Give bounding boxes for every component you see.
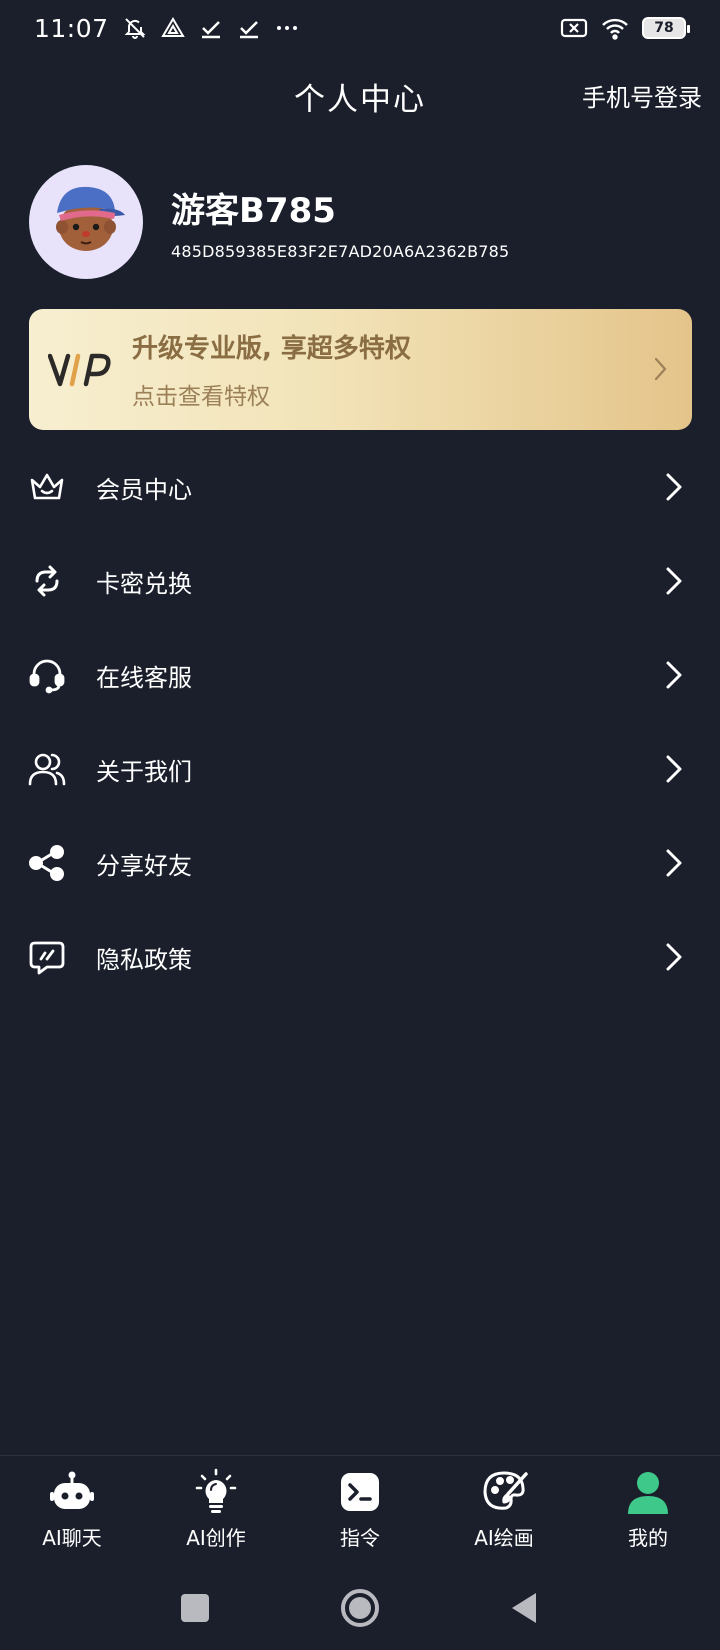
- user-name: 游客B785: [171, 191, 336, 231]
- menu-item-label: 分享好友: [96, 851, 192, 880]
- check-icon: [201, 21, 220, 39]
- menu-item-label: 卡密兑换: [96, 569, 192, 598]
- tab-commands[interactable]: 指令: [288, 1456, 432, 1565]
- menu-list: 会员中心 卡密兑换 在线客服 关于我们 分享好友 隐私政策: [0, 440, 720, 1004]
- profile-section[interactable]: 游客B785 485D859385E83F2E7AD20A6A2362B785: [29, 165, 509, 279]
- menu-item-online-service[interactable]: 在线客服: [0, 628, 720, 722]
- home-button[interactable]: [340, 1588, 380, 1628]
- more-dots-icon: [276, 26, 297, 30]
- recents-button[interactable]: [181, 1594, 209, 1622]
- menu-item-member-center[interactable]: 会员中心: [0, 440, 720, 534]
- chevron-right-icon: [666, 755, 682, 783]
- tab-label: AI聊天: [42, 1526, 102, 1550]
- bottom-tab-bar: AI聊天 AI创作 指令 AI绘画 我的: [0, 1455, 720, 1565]
- tab-label: AI创作: [186, 1526, 246, 1550]
- tab-label: 我的: [628, 1526, 668, 1550]
- palette-icon: [483, 1471, 528, 1510]
- privacy-icon: [29, 941, 65, 975]
- tab-ai-create[interactable]: AI创作: [144, 1456, 288, 1565]
- chevron-right-icon: [666, 473, 682, 501]
- crown-icon: [30, 473, 64, 500]
- menu-item-share-friends[interactable]: 分享好友: [0, 816, 720, 910]
- phone-login-link[interactable]: 手机号登录: [582, 78, 702, 113]
- vip-subtitle: 点击查看特权: [132, 384, 270, 410]
- page-header: 个人中心 手机号登录: [0, 64, 720, 128]
- bell-off-icon: [124, 18, 145, 39]
- vip-title: 升级专业版, 享超多特权: [132, 334, 411, 364]
- avatar[interactable]: [29, 165, 143, 279]
- back-button[interactable]: [508, 1591, 538, 1625]
- system-nav-bar: [0, 1565, 720, 1650]
- users-icon: [28, 753, 66, 786]
- vip-upgrade-card[interactable]: 升级专业版, 享超多特权 点击查看特权: [29, 309, 692, 430]
- share-icon: [29, 845, 64, 881]
- battery-icon: 78: [642, 17, 690, 39]
- chevron-right-icon: [666, 943, 682, 971]
- tab-label: AI绘画: [474, 1526, 534, 1550]
- menu-item-label: 隐私政策: [96, 945, 192, 974]
- avatar-cartoon-icon: [56, 186, 125, 251]
- menu-item-label: 关于我们: [96, 757, 192, 786]
- tab-mine[interactable]: 我的: [576, 1456, 720, 1565]
- user-id: 485D859385E83F2E7AD20A6A2362B785: [171, 242, 510, 261]
- lightbulb-icon: [195, 1468, 237, 1513]
- tab-ai-paint[interactable]: AI绘画: [432, 1456, 576, 1565]
- robot-icon: [50, 1471, 94, 1509]
- menu-item-label: 会员中心: [96, 475, 192, 504]
- menu-item-card-redeem[interactable]: 卡密兑换: [0, 534, 720, 628]
- headset-icon: [29, 659, 65, 694]
- terminal-icon: [341, 1473, 379, 1511]
- status-time: 11:07: [34, 13, 109, 43]
- wifi-icon: [602, 18, 628, 40]
- page-title: 个人中心: [294, 81, 426, 118]
- vip-logo-icon: [48, 353, 111, 386]
- tab-label: 指令: [340, 1526, 380, 1550]
- sim-x-icon: [560, 18, 588, 38]
- tab-ai-chat[interactable]: AI聊天: [0, 1456, 144, 1565]
- chevron-right-icon: [654, 357, 667, 381]
- chevron-right-icon: [666, 661, 682, 689]
- triangle-app-icon: [160, 17, 185, 37]
- menu-item-privacy-policy[interactable]: 隐私政策: [0, 910, 720, 1004]
- status-bar: 11:07 78: [0, 0, 720, 56]
- person-icon: [628, 1472, 668, 1514]
- chevron-right-icon: [666, 567, 682, 595]
- check-icon: [239, 21, 258, 39]
- menu-item-about-us[interactable]: 关于我们: [0, 722, 720, 816]
- chevron-right-icon: [666, 849, 682, 877]
- menu-item-label: 在线客服: [96, 663, 192, 692]
- exchange-icon: [35, 565, 59, 597]
